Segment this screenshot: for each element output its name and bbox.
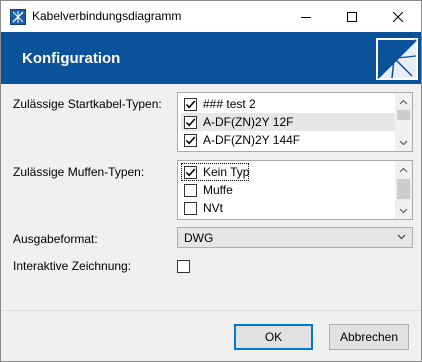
- window-title: Kabelverbindungsdiagramm: [32, 9, 182, 23]
- maximize-button[interactable]: [329, 1, 375, 32]
- chevron-up-icon: [399, 99, 408, 104]
- header-banner: Konfiguration: [1, 32, 421, 84]
- checkbox-checked[interactable]: [184, 97, 197, 111]
- scroll-down-button[interactable]: [395, 134, 412, 151]
- scroll-thumb[interactable]: [397, 179, 410, 199]
- interaktiv-checkbox[interactable]: [177, 260, 190, 273]
- ausgabeformat-dropdown[interactable]: DWG: [177, 227, 413, 248]
- chevron-down-icon: [399, 208, 408, 213]
- checkbox-checked[interactable]: [184, 115, 197, 129]
- chevron-up-icon: [399, 167, 408, 172]
- maximize-icon: [347, 11, 357, 22]
- muffen-item-nvt[interactable]: NVt: [181, 199, 395, 217]
- checkbox-unchecked[interactable]: [184, 183, 197, 197]
- scroll-up-button[interactable]: [395, 93, 412, 110]
- company-logo: [376, 38, 418, 80]
- dialog-window: Kabelverbindungsdiagramm Konfiguration Z…: [0, 0, 422, 362]
- muffen-scrollbar[interactable]: [395, 161, 412, 219]
- startkabel-item-a-df-144f[interactable]: A-DF(ZN)2Y 144F: [181, 131, 395, 149]
- checkbox-unchecked[interactable]: [184, 201, 197, 215]
- page-title: Konfiguration: [22, 50, 121, 67]
- startkabel-item-a-df-12f[interactable]: A-DF(ZN)2Y 12F: [181, 113, 395, 131]
- footer-divider: [1, 310, 421, 311]
- checkbox-checked[interactable]: [184, 165, 197, 179]
- muffen-label: Zulässige Muffen-Typen:: [13, 165, 145, 179]
- muffen-item-kein-typ[interactable]: Kein Typ: [181, 163, 249, 181]
- scroll-down-button[interactable]: [395, 202, 412, 219]
- ausgabeformat-value: DWG: [184, 231, 214, 245]
- interaktiv-label: Interaktive Zeichnung:: [13, 259, 132, 273]
- muffen-item-muffe[interactable]: Muffe: [181, 181, 395, 199]
- minimize-icon: [301, 16, 311, 18]
- chevron-down-icon: [399, 140, 408, 145]
- close-icon: [393, 11, 403, 22]
- muffen-listbox[interactable]: Kein Typ Muffe NVt: [177, 160, 413, 220]
- chevron-down-icon: [397, 234, 406, 240]
- title-bar: Kabelverbindungsdiagramm: [1, 1, 421, 32]
- network-diagram-icon: [10, 9, 26, 25]
- minimize-button[interactable]: [283, 1, 329, 32]
- cancel-button[interactable]: Abbrechen: [329, 324, 409, 350]
- ok-button[interactable]: OK: [234, 324, 313, 350]
- startkabel-scrollbar[interactable]: [395, 93, 412, 151]
- startkabel-item-test2[interactable]: ### test 2: [181, 95, 395, 113]
- checkbox-checked[interactable]: [184, 133, 197, 147]
- scroll-thumb[interactable]: [397, 110, 410, 120]
- scroll-up-button[interactable]: [395, 161, 412, 178]
- startkabel-listbox[interactable]: ### test 2 A-DF(ZN)2Y 12F A-DF(ZN)2Y 144…: [177, 92, 413, 152]
- close-button[interactable]: [375, 1, 421, 32]
- startkabel-label: Zulässige Startkabel-Typen:: [13, 97, 162, 111]
- ausgabeformat-label: Ausgabeformat:: [13, 232, 98, 246]
